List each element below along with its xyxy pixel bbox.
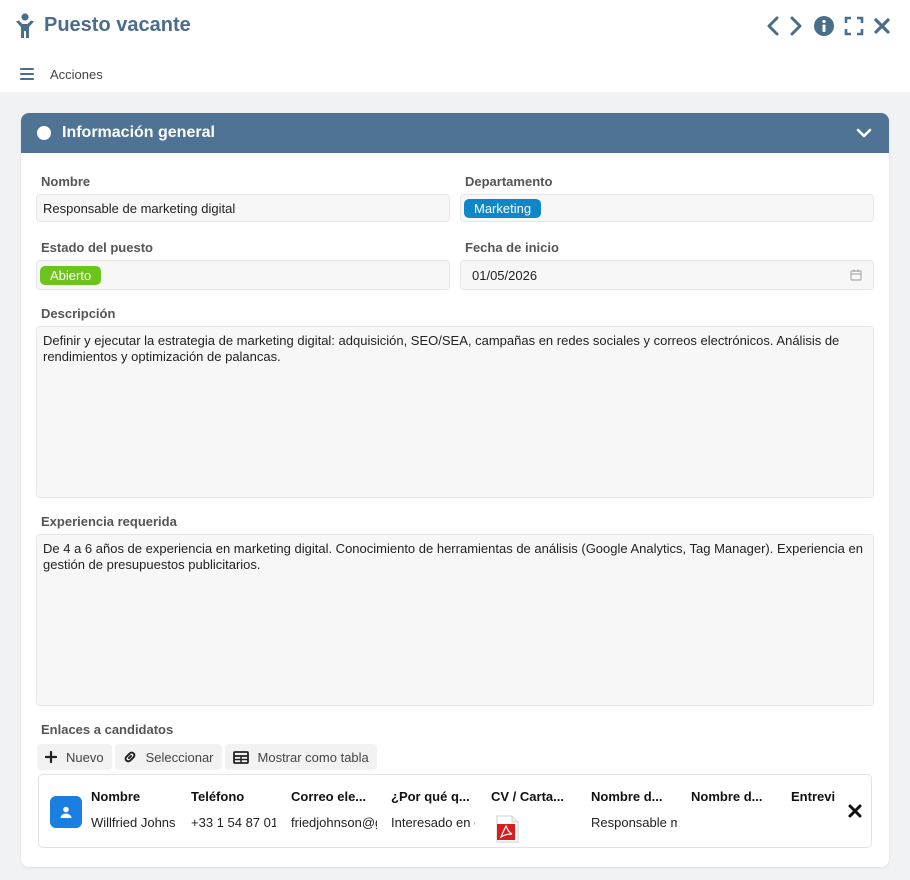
close-icon: [874, 18, 890, 34]
chevron-left-icon: [767, 16, 779, 36]
estado-field[interactable]: Abierto: [36, 260, 450, 290]
next-button[interactable]: [785, 14, 807, 38]
select-button-label: Seleccionar: [145, 749, 214, 765]
show-table-button-label: Mostrar como tabla: [257, 749, 369, 765]
show-table-button[interactable]: Mostrar como tabla: [224, 744, 377, 770]
column-header-telefono: Teléfono: [191, 789, 245, 804]
hamburger-icon[interactable]: [20, 68, 34, 80]
column-header-porque: ¿Por qué q...: [391, 789, 470, 804]
expand-icon: [844, 16, 864, 36]
experiencia-label: Experiencia requerida: [41, 514, 177, 529]
section-header[interactable]: Información general: [21, 113, 889, 153]
plus-icon: [45, 751, 57, 763]
column-header-nombre-d2: Nombre d...: [691, 789, 763, 804]
candidate-row[interactable]: Nombre Teléfono Correo ele... ¿Por qué q…: [38, 774, 872, 848]
cell-telefono: +33 1 54 87 01 22: [191, 815, 276, 830]
departamento-field[interactable]: Marketing: [460, 194, 874, 222]
close-button[interactable]: [871, 14, 893, 38]
table-icon: [232, 750, 249, 764]
general-info-card: Información general Nombre Responsable d…: [21, 113, 889, 867]
fecha-field[interactable]: 01/05/2026: [460, 260, 874, 290]
info-icon: [814, 16, 834, 36]
status-dot-icon: [37, 126, 51, 140]
calendar-icon[interactable]: [850, 269, 862, 281]
info-button[interactable]: [813, 14, 835, 38]
top-bar: Puesto vacante Acciones: [0, 0, 910, 92]
experiencia-textarea[interactable]: De 4 a 6 años de experiencia en marketin…: [36, 534, 874, 706]
window-title: Puesto vacante: [44, 14, 191, 36]
nombre-field[interactable]: Responsable de marketing digital: [36, 194, 450, 222]
column-header-nombre: Nombre: [91, 789, 141, 804]
chevron-down-icon[interactable]: [855, 124, 873, 142]
fecha-value: 01/05/2026: [472, 267, 538, 283]
remove-link-icon[interactable]: [847, 803, 863, 819]
maximize-button[interactable]: [843, 14, 865, 38]
descripcion-textarea[interactable]: Definir y ejecutar la estrategia de mark…: [36, 326, 874, 498]
candidates-toolbar: Nuevo Seleccionar Mostrar como tabla: [37, 744, 377, 770]
cell-porque: Interesado en el puesto: [391, 815, 475, 830]
column-header-entrevista: Entrevi: [791, 789, 836, 804]
actions-menu[interactable]: Acciones: [20, 64, 103, 84]
cell-nombre-d1: Responsable marketing: [591, 815, 677, 830]
cell-nombre: Willfried Johnson: [91, 815, 176, 830]
candidatos-label: Enlaces a candidatos: [41, 722, 174, 737]
link-icon: [124, 751, 135, 763]
previous-button[interactable]: [762, 14, 784, 38]
fecha-label: Fecha de inicio: [465, 240, 559, 255]
select-button[interactable]: Seleccionar: [114, 744, 222, 770]
person-icon: [16, 13, 34, 38]
estado-label: Estado del puesto: [41, 240, 153, 255]
pdf-icon[interactable]: [494, 815, 520, 843]
column-header-nombre-d1: Nombre d...: [591, 789, 663, 804]
avatar: [50, 796, 82, 828]
departamento-label: Departamento: [465, 174, 553, 189]
departamento-badge: Marketing: [464, 198, 542, 218]
section-title: Información general: [62, 124, 215, 141]
user-icon: [60, 806, 72, 818]
new-button[interactable]: Nuevo: [37, 744, 112, 770]
estado-badge: Abierto: [40, 265, 102, 285]
column-header-cv: CV / Carta...: [491, 789, 564, 804]
cell-correo: friedjohnson@gmail.com: [291, 815, 377, 830]
chevron-right-icon: [790, 16, 802, 36]
new-button-label: Nuevo: [66, 749, 104, 765]
actions-label[interactable]: Acciones: [50, 67, 103, 82]
nombre-value: Responsable de marketing digital: [43, 200, 236, 216]
descripcion-label: Descripción: [41, 306, 116, 321]
column-header-correo: Correo ele...: [291, 789, 367, 804]
record-window: Puesto vacante Acciones Información gene…: [0, 0, 910, 880]
nombre-label: Nombre: [41, 174, 91, 189]
